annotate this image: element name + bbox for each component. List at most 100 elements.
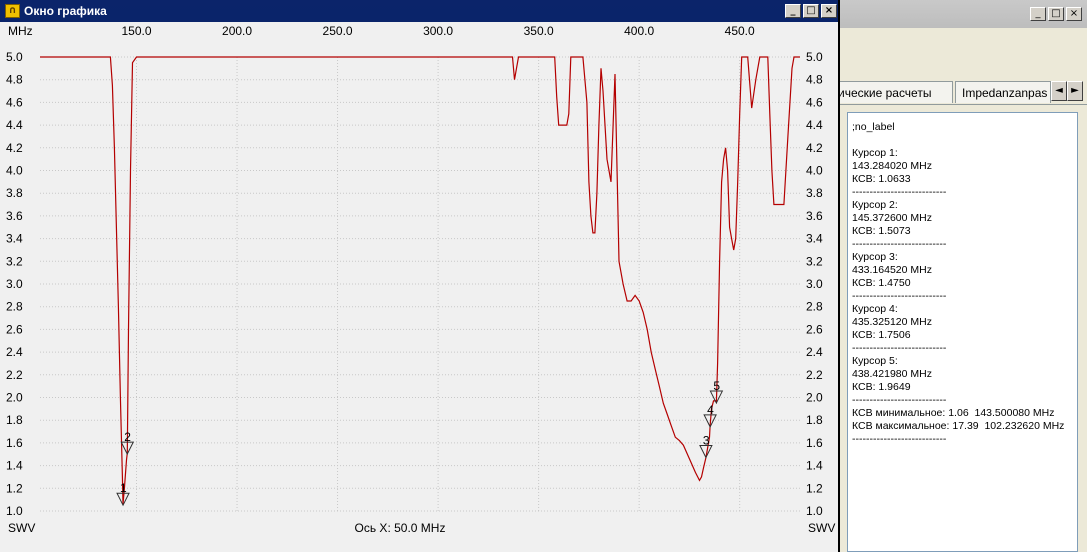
info-line: --------------------------- [852,290,947,302]
y-tick-label: 1.6 [806,436,823,450]
info-line: Курсор 4: [852,303,898,315]
y-tick-label: 1.0 [806,504,823,518]
info-line: КСВ: 1.9649 [852,381,911,393]
tab-impedance[interactable]: Impedanzanpas [955,81,1051,103]
cursor-marker-label: 5 [713,379,720,393]
y-tick-label: 3.4 [806,232,823,246]
y-tick-label: 3.6 [6,209,23,223]
y-tick-label: 1.2 [806,481,823,495]
y-tick-label: 5.0 [806,50,823,64]
y-axis-right: 1.0 1.2 1.4 1.6 1.8 2.0 2.2 2.4 2.6 2.8 3.0 3.2 3.4 3… [806,50,823,518]
chart-window-titlebar: ∩ Окно графика _ □ × [0,0,838,22]
maximize-button[interactable]: □ [803,4,819,18]
y-tick-label: 2.8 [806,300,823,314]
side-tabs: ические расчеты Impedanzanpas ◄ ► [831,78,1087,105]
side-window-titlebar: _ □ × [839,0,1087,28]
close-button[interactable]: × [821,4,837,18]
y-tick-label: 3.8 [6,186,23,200]
x-axis-caption: Ось X: 50.0 MHz [355,521,446,535]
x-tick-label: 400.0 [624,24,654,38]
info-line: --------------------------- [852,238,947,250]
info-line: КСВ: 1.4750 [852,277,911,289]
y-tick-label: 1.6 [6,436,23,450]
y-tick-label: 4.6 [6,95,23,109]
y-tick-label: 4.2 [6,141,23,155]
y-tick-label: 4.4 [6,118,23,132]
y-label-right: SWV [808,521,835,535]
cursor-marker-label: 1 [120,481,127,495]
y-tick-label: 3.2 [806,254,823,268]
x-tick-label: 150.0 [121,24,151,38]
info-line: Курсор 1: [852,147,898,159]
y-tick-label: 2.2 [806,368,823,382]
info-line: КСВ минимальное: 1.06 143.500080 MHz [852,407,1055,419]
x-tick-label: 200.0 [222,24,252,38]
x-tick-label: 450.0 [725,24,755,38]
y-tick-label: 2.0 [6,391,23,405]
info-line: 143.284020 MHz [852,160,932,172]
x-tick-label: 250.0 [323,24,353,38]
y-tick-label: 5.0 [6,50,23,64]
info-line: 433.164520 MHz [852,264,932,276]
y-tick-label: 2.4 [806,345,823,359]
x-tick-label: 300.0 [423,24,453,38]
info-line: Курсор 3: [852,251,898,263]
info-line: КСВ максимальное: 17.39 102.232620 MHz [852,420,1065,432]
y-tick-label: 1.4 [806,459,823,473]
info-line: --------------------------- [852,433,947,445]
app-icon: ∩ [5,4,20,18]
tab-scroll-left-button[interactable]: ◄ [1051,81,1067,101]
y-label-left: SWV [8,521,35,535]
side-window-controls: _ □ × [1030,7,1082,21]
y-tick-label: 2.2 [6,368,23,382]
maximize-button[interactable]: □ [1048,7,1064,21]
close-button[interactable]: × [1066,7,1082,21]
info-line: 145.372600 MHz [852,212,932,224]
tab-scroll-right-button[interactable]: ► [1067,81,1083,101]
x-unit-label: MHz [8,24,33,38]
info-line: КСВ: 1.0633 [852,173,911,185]
tab-scroll-arrows: ◄ ► [1051,81,1083,101]
chart-window-controls: _ □ × [785,4,837,18]
info-line: КСВ: 1.7506 [852,329,911,341]
y-tick-label: 2.0 [806,391,823,405]
info-line: Курсор 5: [852,355,898,367]
info-line: 438.421980 MHz [852,368,932,380]
info-line: Курсор 2: [852,199,898,211]
tab-calculations[interactable]: ические расчеты [831,81,953,103]
info-line: ;no_label [852,121,895,133]
info-line: КСВ: 1.5073 [852,225,911,237]
minimize-button[interactable]: _ [785,4,801,18]
info-line: --------------------------- [852,186,947,198]
y-tick-label: 2.8 [6,300,23,314]
y-tick-label: 4.8 [6,73,23,87]
cursor-info-panel: ;no_label Курсор 1: 143.284020 MHz КСВ: 1.… [847,112,1078,552]
minimize-button[interactable]: _ [1030,7,1046,21]
chart-window: ∩ Окно графика _ □ × 1.0 1.2 1.4 1.6 1.8 2.0 2… [0,0,840,552]
cursor-marker-label: 3 [703,434,710,448]
y-axis-left: 1.0 1.2 1.4 1.6 1.8 2.0 2.2 2.4 2.6 2.8 3.0 3.2 3.4 3… [6,50,23,518]
y-tick-label: 4.0 [6,164,23,178]
y-tick-label: 3.8 [806,186,823,200]
y-tick-label: 1.8 [806,413,823,427]
y-tick-label: 2.6 [6,322,23,336]
y-tick-label: 3.2 [6,254,23,268]
y-tick-label: 3.0 [806,277,823,291]
y-tick-label: 2.6 [806,322,823,336]
cursor-marker-label: 2 [124,430,131,444]
info-line: --------------------------- [852,342,947,354]
y-tick-label: 1.8 [6,413,23,427]
info-line [852,134,1073,147]
y-tick-label: 1.4 [6,459,23,473]
info-line: --------------------------- [852,394,947,406]
info-line: 435.325120 MHz [852,316,932,328]
side-window: _ □ × ические расчеты Impedanzanpas ◄ ► … [831,0,1087,552]
x-tick-label: 350.0 [524,24,554,38]
y-tick-label: 4.0 [806,164,823,178]
y-tick-label: 3.4 [6,232,23,246]
y-tick-label: 3.0 [6,277,23,291]
y-tick-label: 4.6 [806,95,823,109]
swr-chart: 1.0 1.2 1.4 1.6 1.8 2.0 2.2 2.4 2.6 2.8 3.0 3.2 3.4 3… [0,22,838,552]
y-tick-label: 2.4 [6,345,23,359]
y-tick-label: 3.6 [806,209,823,223]
